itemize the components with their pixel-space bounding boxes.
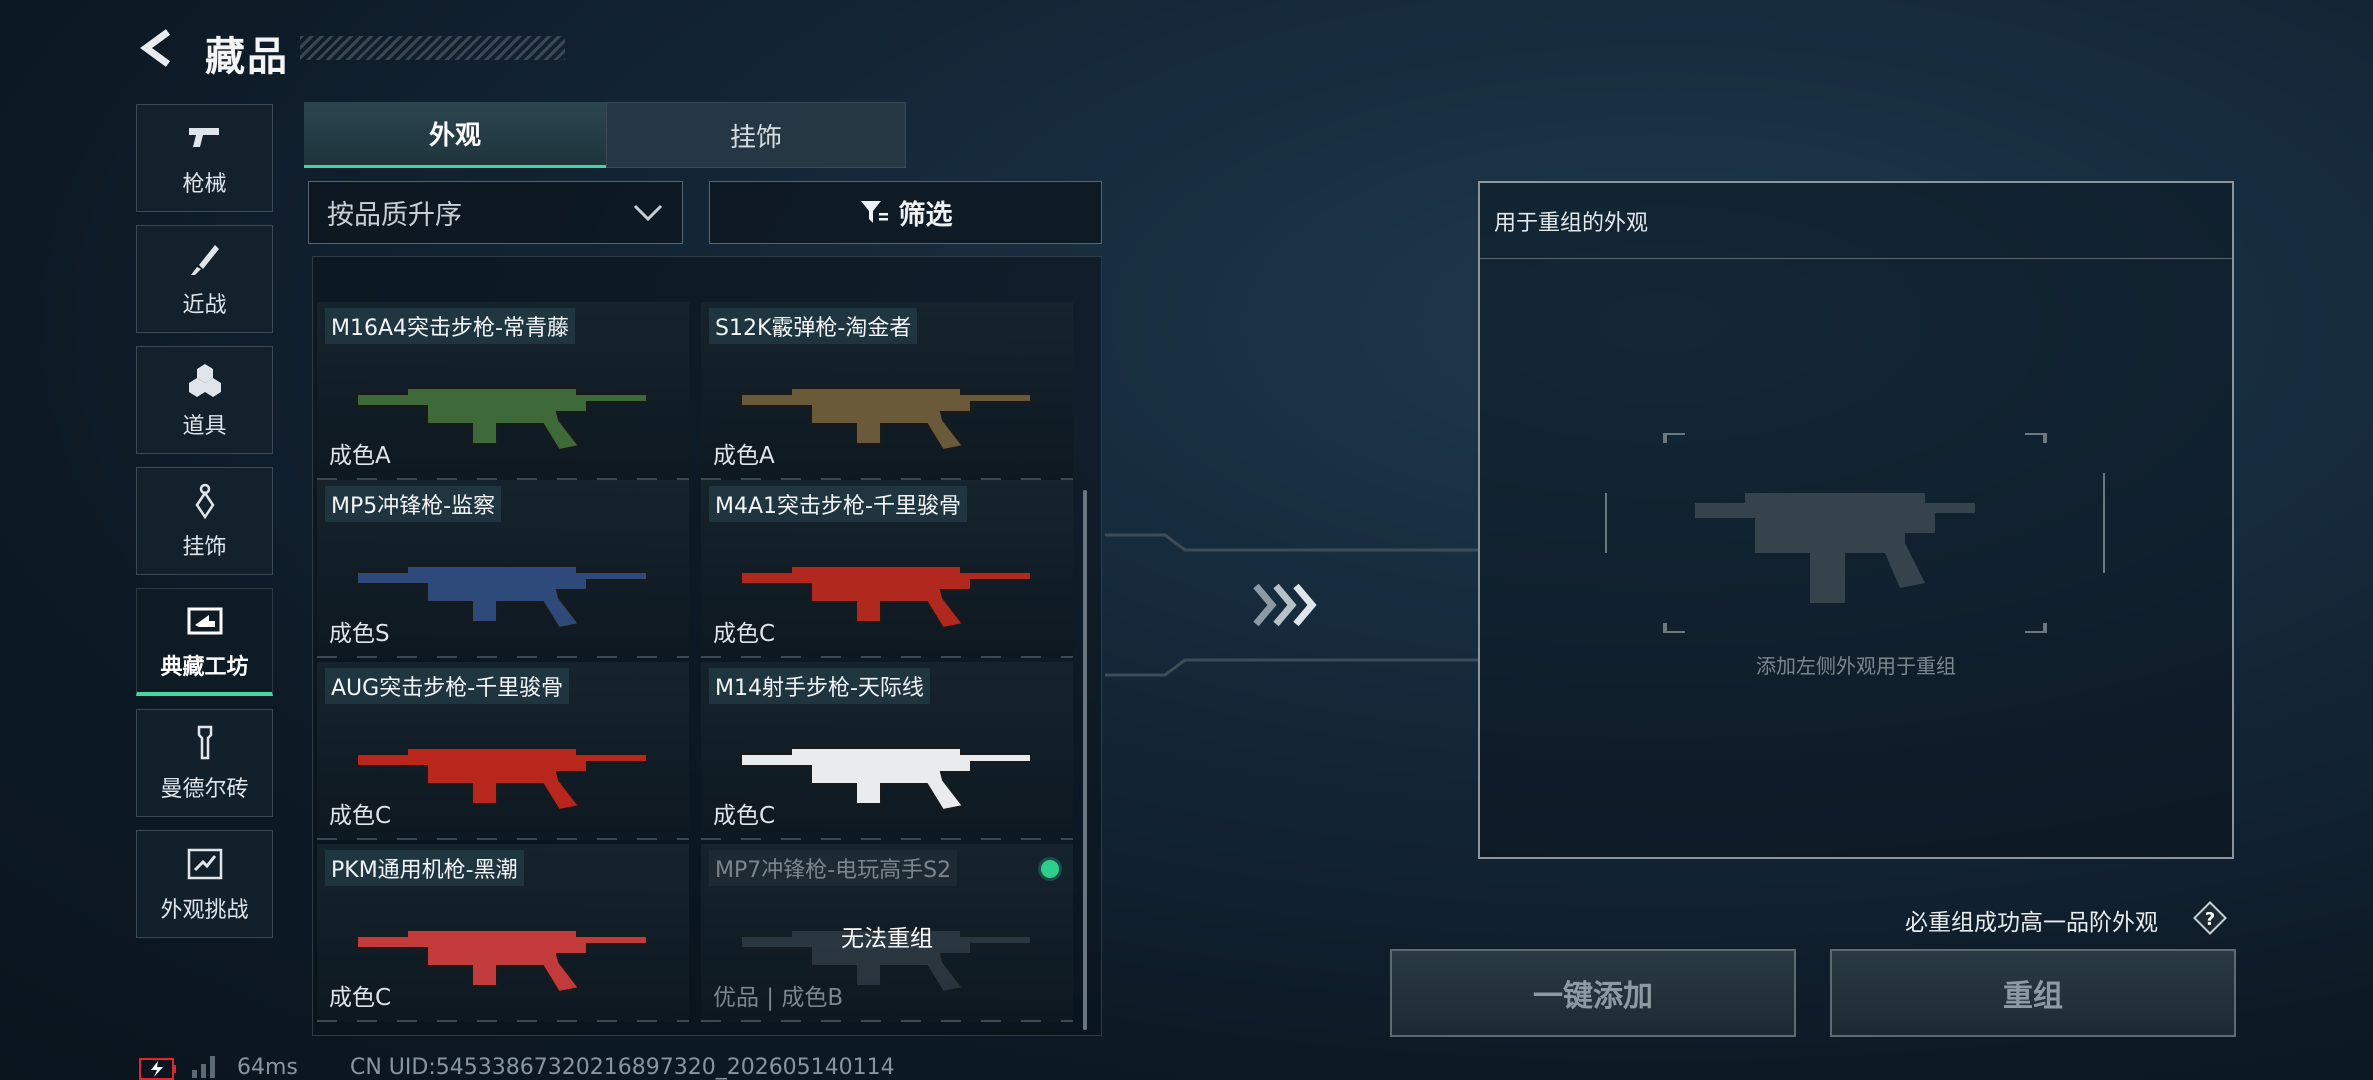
workshop-icon [187, 607, 222, 634]
tab-charms[interactable]: 挂饰 [606, 102, 906, 168]
sidebar-item-melee[interactable]: 近战 [136, 225, 273, 333]
triple-chevron-icon [1253, 583, 1317, 627]
weapon-image [356, 747, 648, 812]
charm-icon [194, 483, 215, 520]
add-all-button[interactable]: 一键添加 [1390, 949, 1796, 1037]
knife-icon [190, 245, 219, 275]
sort-value: 按品质升序 [327, 200, 462, 231]
tab-skins[interactable]: 外观 [304, 102, 606, 168]
list-scrollbar[interactable] [1083, 490, 1087, 1030]
recombine-hint: 添加左侧外观用于重组 [1756, 654, 1956, 678]
weapon-image [356, 387, 648, 452]
skin-grade: 优品 | 成色B [713, 985, 844, 1011]
sidebar-item-label: 曼德尔砖 [160, 777, 249, 802]
status-dot-icon [1041, 860, 1059, 878]
brick-icon [197, 725, 212, 760]
skin-grade: 成色A [329, 443, 391, 469]
skin-grade: 成色C [329, 985, 392, 1011]
signal-icon [192, 1056, 215, 1078]
sidebar-item-label: 典藏工坊 [160, 654, 249, 680]
skin-grade: 成色S [329, 621, 390, 647]
pistol-icon [188, 128, 219, 147]
recombine-panel-header: 用于重组的外观 [1480, 183, 2232, 259]
weapon-image [740, 747, 1032, 812]
skin-list[interactable]: M16A4突击步枪-常青藤 成色A S12K霰弹枪-淘金者 成色A MP5冲锋枪-监察成… [312, 256, 1102, 1036]
recombine-slot-panel[interactable]: 用于重组的外观 [1478, 181, 2234, 859]
challenge-icon [187, 848, 222, 880]
skin-card[interactable]: S12K霰弹枪-淘金者成色A [701, 302, 1073, 480]
weapon-image [740, 387, 1032, 452]
sidebar-item-workshop[interactable]: 典藏工坊 [136, 588, 273, 696]
weapon-image [740, 565, 1032, 630]
sidebar-item-label: 枪械 [182, 172, 227, 197]
skin-grade: 成色C [713, 621, 776, 647]
sidebar-item-label: 近战 [182, 293, 227, 318]
sidebar-item-charms[interactable]: 挂饰 [136, 467, 273, 575]
sidebar-item-skin-challenge[interactable]: 外观挑战 [136, 830, 273, 938]
chevron-down-icon [633, 204, 663, 221]
user-uid: CN UID:54533867320216897320_202605140114 [350, 1055, 895, 1080]
sidebar-item-label: 挂饰 [182, 535, 227, 560]
sort-dropdown[interactable]: 按品质升序 [308, 181, 683, 244]
help-icon[interactable]: ? [2193, 901, 2227, 935]
sidebar-item-guns[interactable]: 枪械 [136, 104, 273, 212]
skin-grade: 成色C [329, 803, 392, 829]
skin-name: MP7冲锋枪-电玩高手S2 [709, 850, 958, 886]
sidebar-item-label: 外观挑战 [160, 898, 249, 923]
skin-card[interactable]: M4A1突击步枪-千里骏骨成色C [701, 480, 1073, 658]
skin-card[interactable]: MP5冲锋枪-监察成色S [317, 480, 689, 658]
unavailable-overlay: 无法重组 [841, 926, 933, 952]
skin-card[interactable]: AUG突击步枪-千里骏骨成色C [317, 662, 689, 840]
filter-icon [860, 200, 888, 223]
svg-text:?: ? [2205, 909, 2215, 930]
title-decoration [300, 36, 565, 60]
weapon-image [356, 565, 648, 630]
back-arrow-icon[interactable] [136, 26, 180, 70]
skin-card[interactable]: M16A4突击步枪-常青藤成色A [317, 302, 689, 480]
skin-name: MP5冲锋枪-监察 [325, 486, 502, 522]
filter-button[interactable]: 筛选 [709, 181, 1102, 244]
skin-card[interactable]: PKM通用机枪-黑潮成色C [317, 844, 689, 1022]
filter-label: 筛选 [898, 200, 953, 231]
weapon-image [356, 929, 648, 994]
skin-name: M4A1突击步枪-千里骏骨 [709, 486, 967, 522]
skin-name: S12K霰弹枪-淘金者 [709, 308, 918, 344]
sidebar-item-label: 道具 [182, 414, 227, 439]
skin-name: AUG突击步枪-千里骏骨 [325, 668, 570, 704]
skin-grade: 成色C [713, 803, 776, 829]
skin-grade: 成色A [713, 443, 775, 469]
recombine-rule-text: 必重组成功高一品阶外观 [1905, 910, 2158, 936]
sidebar-item-items[interactable]: 道具 [136, 346, 273, 454]
skin-name: PKM通用机枪-黑潮 [325, 850, 524, 886]
skin-card[interactable]: M14射手步枪-天际线成色C [701, 662, 1073, 840]
recombine-button[interactable]: 重组 [1830, 949, 2236, 1037]
battery-icon [139, 1058, 176, 1080]
skin-name: M14射手步枪-天际线 [709, 668, 930, 704]
sidebar-item-mandel-brick[interactable]: 曼德尔砖 [136, 709, 273, 817]
grenades-icon [188, 364, 221, 397]
skin-card: MP7冲锋枪-电玩高手S2 优品 | 成色B 无法重组 [701, 844, 1073, 1022]
skin-name: M16A4突击步枪-常青藤 [325, 308, 575, 344]
ping-readout: 64ms [237, 1055, 298, 1080]
rifle-placeholder-icon [1605, 433, 2105, 633]
page-title: 藏品 [205, 34, 289, 80]
